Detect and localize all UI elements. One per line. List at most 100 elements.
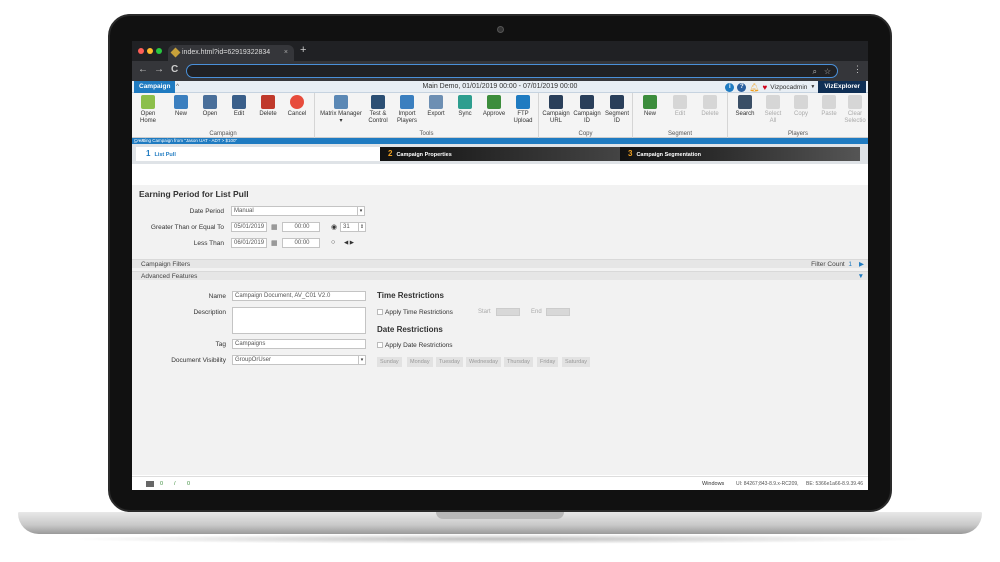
select-all-button[interactable]: Select All — [760, 95, 786, 125]
screen: index.html?id=62919322834 × + ← → C ⌕ ☆ … — [132, 41, 868, 490]
clear-selection-button[interactable]: Clear Selectio — [842, 95, 868, 125]
days-radio-icon[interactable]: ◉ — [331, 223, 337, 231]
apply-date-checkbox[interactable] — [377, 342, 383, 348]
expand-right-icon[interactable]: ▶ — [859, 260, 864, 269]
tag-input[interactable]: Campaigns — [232, 339, 366, 349]
day-friday[interactable]: Friday — [537, 357, 559, 367]
browser-toolbar: ← → C ⌕ ☆ ⋮ — [132, 61, 868, 81]
period-radio-icon[interactable]: ○ — [331, 239, 335, 246]
day-thursday[interactable]: Thursday — [504, 357, 533, 367]
search-button[interactable]: Search — [732, 95, 758, 118]
name-input[interactable]: Campaign Document, AV_C01 V2.0 — [232, 291, 366, 301]
segment-id-icon — [610, 95, 624, 109]
zoom-icon[interactable]: ⌕ — [813, 65, 817, 78]
bookmark-star-icon[interactable]: ☆ — [824, 65, 831, 78]
count-separator: / — [174, 481, 176, 487]
help-icon[interactable]: ? — [737, 82, 747, 92]
open-home-button[interactable]: Open Home — [135, 95, 161, 125]
info-icon[interactable]: i — [725, 82, 735, 92]
export-button[interactable]: Export — [423, 95, 449, 118]
group-label-tools: Tools — [419, 131, 434, 137]
segment-id-button[interactable]: Segment ID — [602, 95, 632, 125]
calendar-icon[interactable]: ▦ — [271, 223, 278, 231]
date-period-select[interactable]: Manual ▾ — [231, 206, 365, 216]
new-tab-button[interactable]: + — [300, 44, 306, 56]
back-button[interactable]: ← — [138, 64, 148, 75]
test-control-icon — [371, 95, 385, 109]
tab-close-icon[interactable]: × — [284, 45, 288, 61]
ftp-upload-label: FTP Upload — [513, 111, 533, 124]
browser-tab[interactable]: index.html?id=62919322834 × — [168, 45, 294, 61]
expand-down-icon[interactable]: ▼ — [858, 272, 864, 281]
segment-edit-button[interactable]: Edit — [667, 95, 693, 118]
new-button[interactable]: New — [168, 95, 194, 118]
start-time-input[interactable] — [496, 308, 520, 316]
visibility-select[interactable]: GroupOrUser ▾ — [232, 355, 366, 365]
segment-new-button[interactable]: New — [637, 95, 663, 118]
matrix-manager-button[interactable]: Matrix Manager ▾ — [317, 95, 365, 125]
name-label: Name — [208, 293, 226, 300]
close-window-icon[interactable] — [138, 48, 144, 54]
campaign-id-button[interactable]: Campaign ID — [572, 95, 602, 125]
open-button[interactable]: Open — [197, 95, 223, 118]
pencil-icon — [673, 95, 687, 109]
paste-button[interactable]: Paste — [816, 95, 842, 118]
delete-button[interactable]: Delete — [255, 95, 281, 118]
gte-time-input[interactable]: 00:00 — [282, 222, 320, 232]
laptop-shadow — [60, 534, 940, 544]
advanced-features-section[interactable]: Advanced Features ▼ — [132, 271, 868, 280]
copy-label: Copy — [793, 111, 808, 117]
bell-icon[interactable]: 🔔︎ — [749, 83, 759, 92]
days-stepper[interactable]: 31 ⇕ — [340, 222, 366, 232]
day-tuesday[interactable]: Tuesday — [436, 357, 463, 367]
players-copy-button[interactable]: Copy — [788, 95, 814, 118]
apply-date-label: Apply Date Restrictions — [385, 342, 453, 349]
visibility-label: Document Visibility — [171, 357, 226, 364]
day-monday[interactable]: Monday — [407, 357, 433, 367]
export-icon — [429, 95, 443, 109]
step-list-pull[interactable]: 1 List Pull — [136, 147, 380, 161]
app-header: Campaign ^ Main Demo, 01/01/2019 00:00 -… — [132, 81, 868, 93]
step-campaign-properties[interactable]: 2 Campaign Properties — [380, 147, 620, 161]
address-bar[interactable]: ⌕ ☆ — [186, 64, 838, 78]
segment-delete-button[interactable]: Delete — [697, 95, 723, 118]
campaign-url-button[interactable]: Campaign URL — [541, 95, 571, 125]
webcam-icon — [497, 26, 504, 33]
apply-time-label: Apply Time Restrictions — [385, 309, 453, 316]
cancel-button[interactable]: Cancel — [284, 95, 310, 118]
day-saturday[interactable]: Saturday — [562, 357, 591, 367]
forward-button[interactable]: → — [154, 64, 164, 75]
count-b: 0 — [187, 481, 191, 487]
gte-date-input[interactable]: 05/01/2019 — [231, 222, 267, 232]
end-time-input[interactable] — [546, 308, 570, 316]
lt-time-input[interactable]: 00:00 — [282, 238, 320, 248]
description-textarea[interactable] — [232, 307, 366, 334]
ribbon-group-copy: Campaign URL Campaign ID Segment ID Copy — [539, 93, 633, 138]
lt-date-input[interactable]: 06/01/2019 — [231, 238, 267, 248]
apply-time-checkbox[interactable] — [377, 309, 383, 315]
approve-button[interactable]: Approve — [481, 95, 507, 118]
segment-edit-label: Edit — [674, 111, 686, 117]
approve-icon — [487, 95, 501, 109]
user-menu[interactable]: Vizpocadmin — [770, 84, 807, 91]
wizard-steps: 1 List Pull 2 Campaign Properties 3 Campaig… — [132, 144, 868, 164]
period-arrows-icon[interactable]: ◀ ▶ — [344, 240, 354, 246]
campaign-filters-section[interactable]: Campaign Filters Filter Count 1 ▶ — [132, 259, 868, 268]
sync-button[interactable]: Sync — [452, 95, 478, 118]
day-sunday[interactable]: Sunday — [377, 357, 402, 367]
step-campaign-segmentation[interactable]: 3 Campaign Segmentation — [620, 147, 860, 161]
minimize-window-icon[interactable] — [147, 48, 153, 54]
browser-menu-icon[interactable]: ⋮ — [853, 64, 862, 75]
calendar-icon[interactable]: ▦ — [271, 239, 278, 247]
search-icon — [738, 95, 752, 109]
edit-button[interactable]: Edit — [226, 95, 252, 118]
stepper-arrows-icon[interactable]: ⇕ — [358, 223, 365, 231]
day-wednesday[interactable]: Wednesday — [466, 357, 501, 367]
chevron-down-icon[interactable]: ▼ — [810, 84, 815, 90]
maximize-window-icon[interactable] — [156, 48, 162, 54]
import-players-button[interactable]: Import Players — [394, 95, 420, 125]
reload-button[interactable]: C — [171, 64, 178, 75]
open-home-label: Open Home — [139, 111, 156, 124]
ftp-upload-button[interactable]: FTP Upload — [510, 95, 536, 125]
test-control-button[interactable]: Test & Control — [365, 95, 391, 125]
